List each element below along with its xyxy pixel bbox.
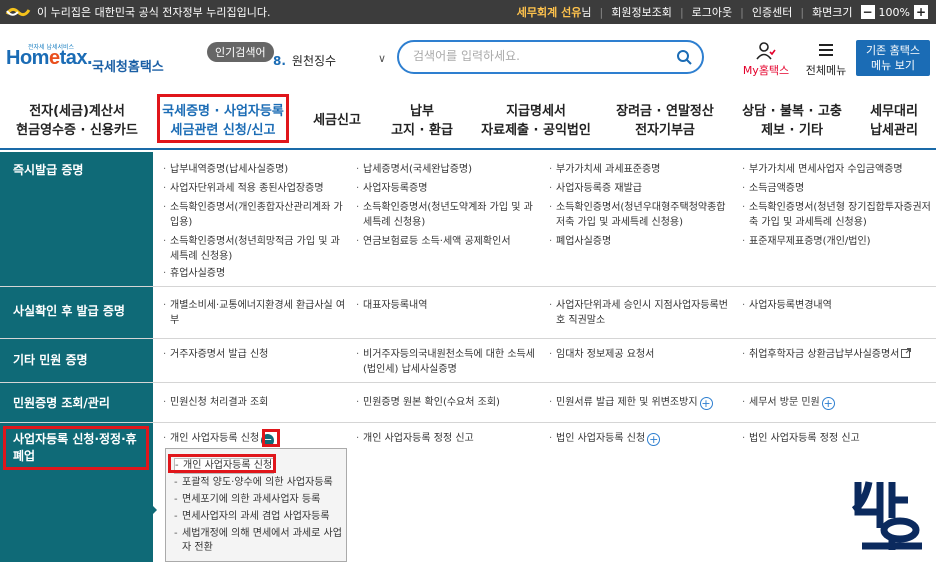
popular-search-rank: 8. [273,54,286,68]
zoom-level: 100% [878,5,910,19]
row-verified-certificate: 사실확인 후 발급 증명 개별소비세·교통에너지환경세 환급사실 여부 대표자등… [0,287,936,339]
menu-link[interactable]: 민원신청 처리결과 조회 [162,395,347,410]
category-label: 기타 민원 증명 [0,339,153,383]
menu-link[interactable]: 휴업사실증명 [162,266,347,281]
expand-plus-icon[interactable]: + [821,397,835,410]
utility-links: 세무회계 선유 님 | 회원정보조회 | 로그아웃 | 인증센터 | 화면크기 … [516,4,928,20]
menu-link[interactable]: 법인 사업자등록 신청+ [548,431,733,446]
menu-link[interactable]: 소득확인증명서(청년희망적금 가입 및 과세특례 신청용) [162,234,347,264]
government-logo-icon [5,5,31,19]
menu-link[interactable]: 부가가치세 과세표준증명 [548,162,733,177]
gnb-tax-agent[interactable]: 세무대리 납세관리 [856,102,932,140]
menu-link[interactable]: 사업자등록증명 [355,181,540,196]
collapse-icon-highlight-box [262,429,280,447]
menu-link[interactable]: 소득확인증명서(청년도약계좌 가입 및 과세특례 신청용) [355,200,540,230]
gnb-consultation-appeal[interactable]: 상담 · 불복 · 고충 제보 · 기타 [732,102,852,140]
submenu-item[interactable]: 포괄적 양도·양수에 의한 사업자등록 [174,476,344,490]
site-header: 전자세 납세서비스 Hometax. 국세청홈택스 인기검색어 8. 원천징수 ∨… [0,24,936,92]
menu-link[interactable]: 표준재무제표증명(개인/법인) [741,234,931,249]
search-box [397,40,704,74]
submenu-item[interactable]: 면세포기에 의한 과세사업자 등록 [174,493,344,507]
menu-link[interactable]: 사업자단위과세 승인시 지점사업자등록번호 직권말소 [548,298,733,328]
category-highlight-box [3,426,149,470]
row-other-civil-certificate: 기타 민원 증명 거주자증명서 발급 신청 비거주자등의국내원천소득에 대한 소… [0,339,936,383]
row-civil-certificate-inquiry: 민원증명 조회/관리 민원신청 처리결과 조회 민원증명 원본 확인(수요처 조… [0,383,936,423]
popular-search-keyword: 원천징수 [291,54,337,68]
member-info-link[interactable]: 회원정보조회 [611,4,672,20]
menu-link[interactable]: 비거주자등의국내원천소득에 대한 소득세(법인세) 납세사실증명 [355,347,540,377]
submenu-highlight-box [168,454,276,473]
search-icon[interactable] [676,49,692,65]
submenu-item[interactable]: 면세사업자의 과세 겸업 사업자등록 [174,510,344,524]
gnb-incentive-year-end[interactable]: 장려금 · 연말정산 전자기부금 [606,102,724,140]
popular-search-badge: 인기검색어 [207,42,274,62]
menu-link[interactable]: 임대차 정보제공 요청서 [548,347,733,362]
user-name: 세무회계 선유 [516,6,582,19]
submenu-item[interactable]: 세법개정에 의해 면세에서 과세로 사업자 전환 [174,527,344,555]
screen-size-label: 화면크기 [812,6,853,19]
hometax-logo[interactable]: 전자세 납세서비스 Hometax. 국세청홈택스 [6,42,166,76]
menu-link[interactable]: 개별소비세·교통에너지환경세 환급사실 여부 [162,298,347,328]
menu-link[interactable]: 대표자등록내역 [355,298,540,313]
row-instant-certificate: 즉시발급 증명 납부내역증명(납세사실증명) 납세증명서(국세완납증명) 부가가… [0,152,936,287]
zoom-out-button[interactable]: − [860,5,875,19]
my-hometax-button[interactable]: My홈택스 [740,42,792,78]
menu-link[interactable]: 납부내역증명(납세사실증명) [162,162,347,177]
menu-link[interactable]: 세무서 방문 민원+ [741,395,931,410]
menu-link[interactable]: 부가가치세 면세사업자 수입금액증명 [741,162,931,177]
expand-plus-icon[interactable]: + [699,397,713,410]
global-navigation: 전자(세금)계산서 현금영수증 · 신용카드 국세증명 · 사업자등록 세금관련 신… [0,92,936,150]
category-label: 민원증명 조회/관리 [0,383,153,423]
chevron-down-icon[interactable]: ∨ [378,52,386,65]
government-notice: 이 누리집은 대한민국 공식 전자정부 누리집입니다. [37,6,271,19]
menu-link[interactable]: 폐업사실증명 [548,234,733,249]
submenu-pointer [152,505,157,515]
logo-korean-name: 국세청홈택스 [92,60,164,75]
certification-center-link[interactable]: 인증센터 [752,4,792,20]
menu-link[interactable]: 사업자단위과세 적용 종된사업장증명 [162,181,347,196]
gnb-e-tax-invoice[interactable]: 전자(세금)계산서 현금영수증 · 신용카드 [12,102,142,140]
gnb-tax-return[interactable]: 세금신고 [302,111,372,130]
my-hometax-label: My홈택스 [742,64,790,77]
logout-link[interactable]: 로그아웃 [692,4,732,20]
menu-link[interactable]: 민원서류 발급 제한 및 위변조방지+ [548,395,738,410]
popular-search-item[interactable]: 8. 원천징수 ∨ [273,52,393,69]
menu-link[interactable]: 사업자등록증 재발급 [548,181,733,196]
all-menu-button[interactable]: 전체메뉴 [800,42,852,78]
menu-link[interactable]: 소득확인증명서(개인종합자산관리계좌 가입용) [162,200,347,230]
gnb-payment[interactable]: 납부 고지 · 환급 [382,102,462,140]
menu-link[interactable]: 민원증명 원본 확인(수요처 조회) [355,395,540,410]
menu-link[interactable]: 사업자등록변경내역 [741,298,931,313]
user-icon [740,42,792,60]
menu-link[interactable]: 거주자증명서 발급 신청 [162,347,347,362]
menu-link[interactable]: 개인 사업자등록 신청− [162,431,347,447]
logo-wordmark: Hometax. [6,47,93,69]
search-input[interactable] [413,49,663,63]
zoom-in-button[interactable]: + [914,5,928,19]
gnb-highlight-box [157,94,289,143]
government-banner: 이 누리집은 대한민국 공식 전자정부 누리집입니다. 세무회계 선유 님 | … [0,0,936,24]
external-link-icon [901,348,912,358]
expand-plus-icon[interactable]: + [647,433,661,446]
gnb-payment-statement[interactable]: 지급명세서 자료제출 · 공익법인 [474,102,598,140]
menu-link[interactable]: 소득확인증명서(청년형 장기집합투자증권저축 가입 및 과세특례 신청용) [741,200,931,230]
all-menu-label: 전체메뉴 [805,64,847,77]
menu-link[interactable]: 개인 사업자등록 정정 신고 [355,431,540,446]
watermark-logo [851,478,926,554]
menu-link[interactable]: 납세증명서(국세완납증명) [355,162,540,177]
legacy-menu-button[interactable]: 기존 홈택스 메뉴 보기 [856,40,930,76]
category-label: 즉시발급 증명 [0,152,153,287]
hamburger-menu-icon [800,42,852,60]
menu-link[interactable]: 취업후학자금 상환금납부사실증명서 [741,347,935,362]
category-label: 사실확인 후 발급 증명 [0,287,153,339]
menu-link[interactable]: 소득금액증명 [741,181,931,196]
menu-link[interactable]: 소득확인증명서(청년우대형주택청약종합저축 가입 및 과세특례 신청용) [548,200,733,230]
menu-link[interactable]: 연금보험료등 소득·세액 공제확인서 [355,234,540,249]
user-suffix: 님 [581,6,592,19]
menu-link[interactable]: 법인 사업자등록 정정 신고 [741,431,931,446]
